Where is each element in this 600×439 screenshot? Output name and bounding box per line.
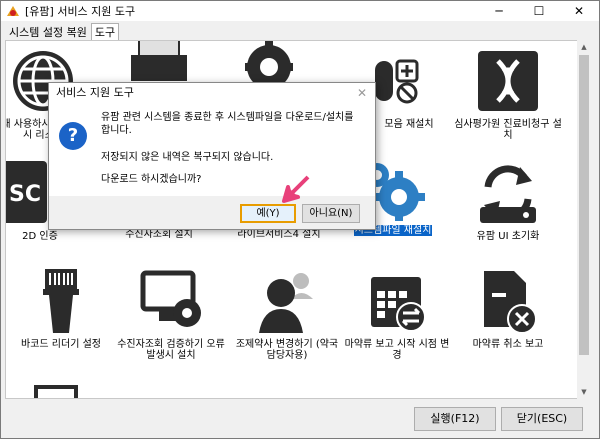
title-bar: [유팜] 서비스 지원 도구 ─ ☐ ✕ <box>1 1 599 21</box>
tile-label: 수진자조회 설치 <box>125 229 193 240</box>
tile-barcode-reader[interactable]: 바코드 리더기 설정 <box>6 267 116 350</box>
dialog-close-icon[interactable]: ✕ <box>357 83 367 103</box>
tile-narcotic-start-date[interactable]: 마약류 보고 시작 시점 변경 <box>342 267 452 361</box>
run-button[interactable]: 실행(F12) <box>414 407 496 431</box>
tile-label: 모음 재설치 <box>384 119 434 130</box>
maximize-button[interactable]: ☐ <box>519 1 559 21</box>
tile-patient-inquiry-verify[interactable]: 수진자조회 검증하기 오류 발생시 설치 <box>116 267 226 361</box>
tile-label: 수진자조회 검증하기 오류 발생시 설치 <box>117 339 225 361</box>
yes-button[interactable]: 예(Y) <box>240 204 296 223</box>
dialog-body: ? 유팜 관련 시스템을 종료한 후 시스템파일을 다운로드/설치를 합니다. … <box>49 103 375 196</box>
dialog-title-bar: 서비스 지원 도구 ✕ <box>49 83 375 103</box>
barcode-scanner-icon <box>27 267 95 335</box>
refresh-drive-icon <box>474 159 542 227</box>
dialog-message-line1: 유팜 관련 시스템을 종료한 후 시스템파일을 다운로드/설치를 합니다. <box>101 112 354 136</box>
pointer-arrow-icon <box>280 175 310 205</box>
window-title: [유팜] 서비스 지원 도구 <box>25 5 136 18</box>
dialog-message-line2: 저장되지 않은 내역은 복구되지 않습니다. <box>101 152 274 163</box>
close-dialog-button[interactable]: 닫기(ESC) <box>501 407 583 431</box>
calendar-icon <box>363 267 431 335</box>
calculator-icon <box>367 47 435 115</box>
dialog-title: 서비스 지원 도구 <box>56 86 134 99</box>
question-icon: ? <box>59 122 87 150</box>
users-icon <box>253 267 321 335</box>
scroll-down-arrow[interactable]: ▼ <box>577 385 591 399</box>
document-cancel-icon <box>474 267 542 335</box>
bottom-bar: 실행(F12) 닫기(ESC) <box>5 402 587 436</box>
monitor-gear-icon <box>137 267 205 335</box>
close-button[interactable]: ✕ <box>559 1 599 21</box>
dna-icon <box>474 47 542 115</box>
confirm-dialog: 서비스 지원 도구 ✕ ? 유팜 관련 시스템을 종료한 후 시스템파일을 다운… <box>48 82 376 230</box>
svg-text:SC: SC <box>9 182 41 207</box>
tile-narcotic-cancel[interactable]: 마약류 취소 보고 <box>453 267 563 350</box>
tile-label: 라이브서비스4 설치 <box>237 229 321 240</box>
tile-label: 마약류 취소 보고 <box>472 339 544 350</box>
tile-ui-reset[interactable]: 유팜 UI 초기화 <box>453 159 563 242</box>
dialog-footer: 예(Y) 아니요(N) <box>49 196 375 229</box>
tile-label: 2D 인증 <box>22 231 58 242</box>
tile-label: 마약류 보고 시작 시점 변경 <box>344 339 450 361</box>
tile-label: 조제약사 변경하기 (약국 담당자용) <box>235 339 339 361</box>
tab-system-restore[interactable]: 시스템 설정 복원 <box>5 23 91 41</box>
app-icon <box>6 4 20 18</box>
vertical-scrollbar[interactable]: ▲ ▼ <box>577 40 591 399</box>
partial-tile-icon <box>34 385 78 398</box>
tile-label: 유팜 UI 초기화 <box>476 231 540 242</box>
scroll-thumb[interactable] <box>579 55 589 355</box>
tile-label: 바코드 리더기 설정 <box>21 339 101 350</box>
tile-hira-claim[interactable]: 심사평가원 진료비청구 설치 <box>453 47 563 141</box>
no-button[interactable]: 아니요(N) <box>302 204 360 223</box>
dialog-message-line3: 다운로드 하시겠습니까? <box>101 174 202 185</box>
tab-strip: 시스템 설정 복원 도구 <box>5 23 120 41</box>
scroll-up-arrow[interactable]: ▲ <box>577 40 591 54</box>
minimize-button[interactable]: ─ <box>479 1 519 21</box>
tab-tools[interactable]: 도구 <box>90 23 120 41</box>
tile-change-pharmacist[interactable]: 조제약사 변경하기 (약국 담당자용) <box>232 267 342 361</box>
tile-label: 심사평가원 진료비청구 설치 <box>454 119 562 141</box>
